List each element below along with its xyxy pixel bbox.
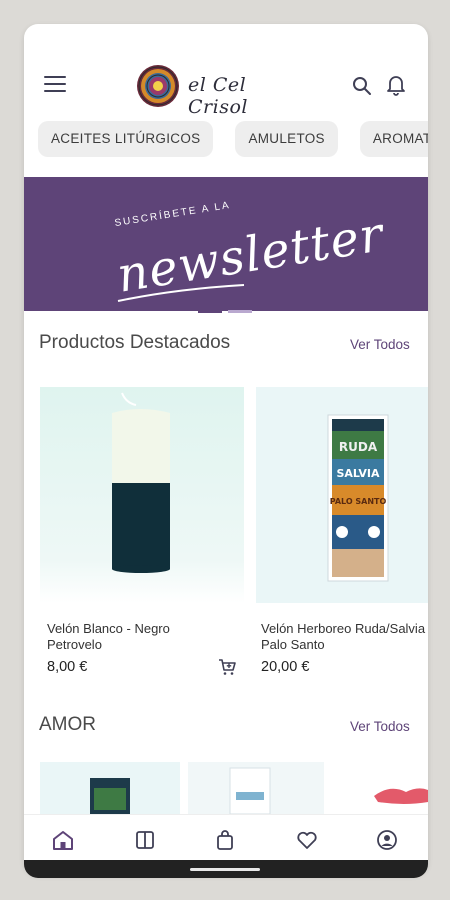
packet-label-palo-santo: PALO SANTO [330,497,387,506]
product-image-amor-1[interactable] [40,762,180,814]
category-chip-aceites[interactable]: ACEITES LITÚRGICOS [38,121,214,157]
heart-icon[interactable] [296,829,318,851]
account-icon[interactable] [376,829,398,851]
gesture-home-bar[interactable] [190,868,260,871]
packet-label-salvia: SALVIA [336,467,380,480]
featured-section-title: Productos Destacados [39,332,231,353]
product-image-amor-3[interactable] [334,762,428,814]
carousel-dot[interactable] [228,310,252,313]
packet-label-ruda: RUDA [339,440,378,454]
add-to-cart-icon[interactable] [218,658,236,676]
featured-see-all-link[interactable]: Ver Todos [350,337,410,352]
app-header: el Cel Crisol [24,60,428,118]
banner-subtitle: SUSCRÍBETE A LA [113,199,232,230]
amor-section-title: AMOR [39,714,96,735]
menu-icon[interactable] [44,76,66,94]
banner-underline-stroke [117,284,245,302]
notification-bell-icon[interactable] [386,74,406,96]
carousel-dot-active[interactable] [198,310,222,313]
brand-logo[interactable]: el Cel Crisol [136,64,296,118]
amor-see-all-link[interactable]: Ver Todos [350,719,410,734]
carousel-indicator [198,310,254,314]
product-image-velon-blanco-negro[interactable] [40,387,244,603]
product-name[interactable]: Velón Blanco - Negro Petrovelo [47,621,227,653]
newsletter-banner[interactable]: SUSCRÍBETE A LA newsletter [24,177,428,311]
mandala-logo-icon [137,65,179,107]
product-price: 8,00 € [47,659,88,675]
home-icon[interactable] [52,829,74,851]
app-screen: el Cel Crisol ACEITES LITÚRGICOS AMULETOS… [24,24,428,874]
product-image-velon-herboreo[interactable]: RUDA SALVIA PALO SANTO [256,387,428,603]
category-chips: ACEITES LITÚRGICOS AMULETOS AROMATERA [38,121,428,157]
search-icon[interactable] [352,76,372,96]
bag-icon[interactable] [214,829,236,851]
category-chip-amuletos[interactable]: AMULETOS [235,121,338,157]
product-name[interactable]: Velón Herboreo Ruda/Salvia Palo Santo [261,621,428,653]
brand-name: el Cel Crisol [188,74,248,118]
category-chip-aromaterapia[interactable]: AROMATERA [359,121,428,157]
product-price: 20,00 € [261,659,310,675]
product-image-amor-2[interactable] [188,762,324,815]
book-icon[interactable] [134,829,156,851]
